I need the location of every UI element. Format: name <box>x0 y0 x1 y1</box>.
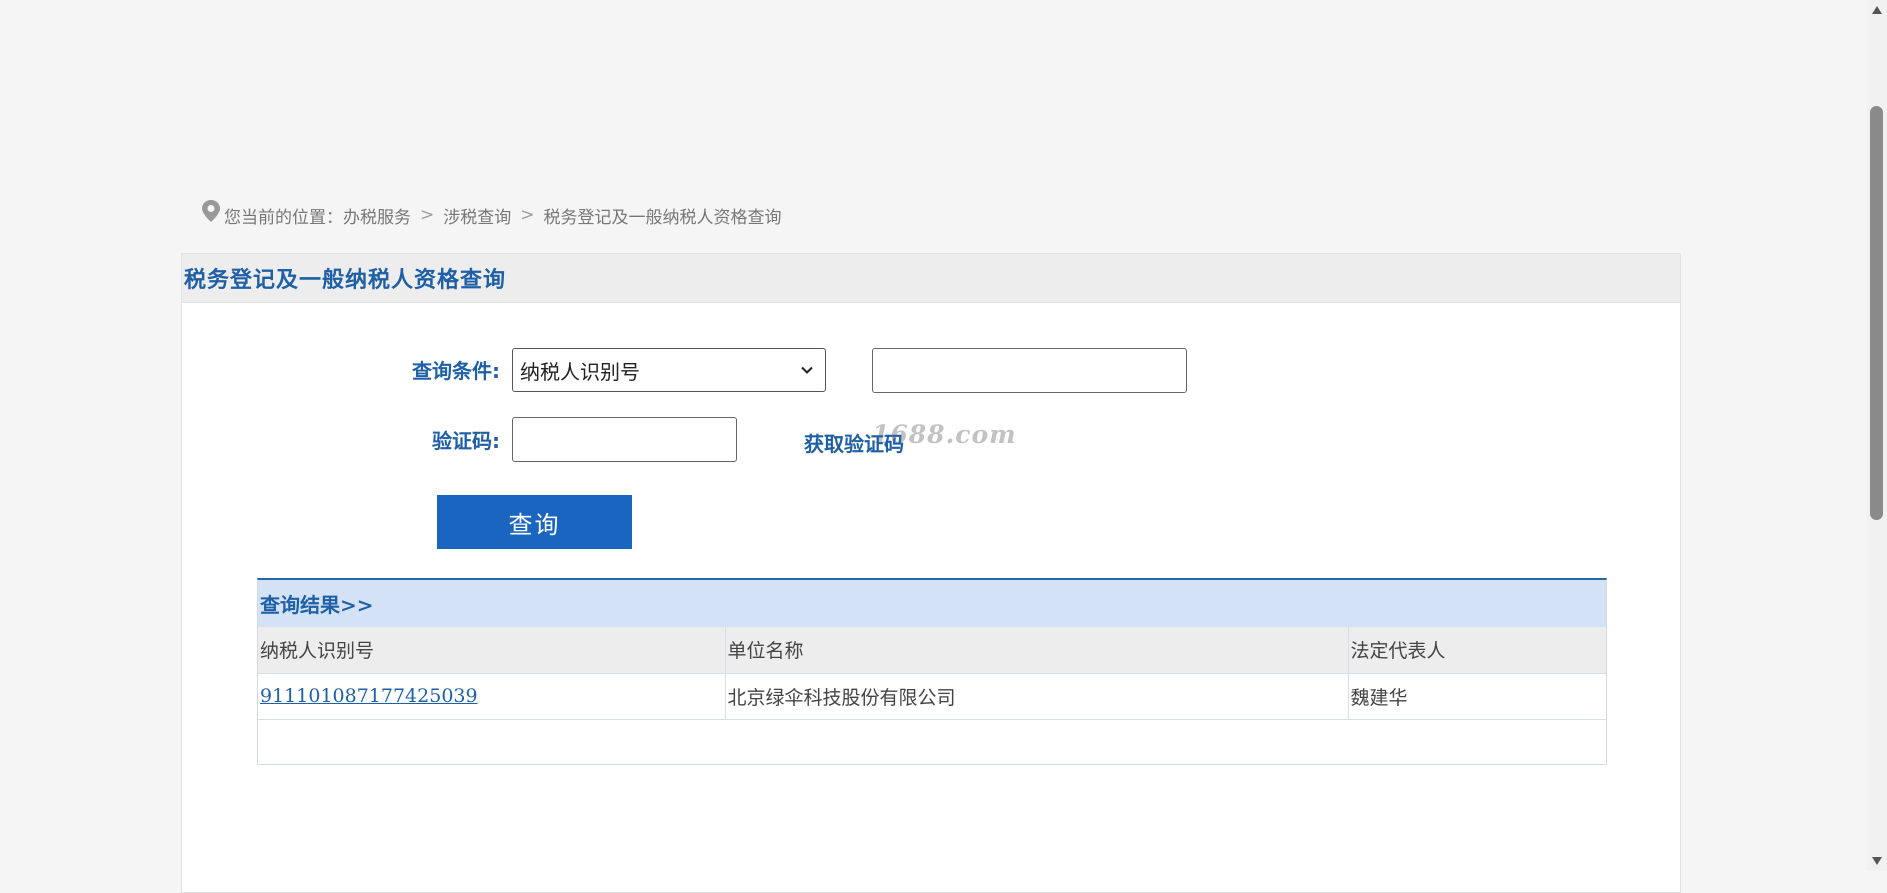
condition-label: 查询条件: <box>412 359 500 383</box>
panel-header: 税务登记及一般纳税人资格查询 <box>182 254 1680 303</box>
table-header-row: 纳税人识别号 单位名称 法定代表人 <box>258 627 1606 674</box>
breadcrumb: 您当前的位置： 办税服务 > 涉税查询 > 税务登记及一般纳税人资格查询 <box>200 200 782 228</box>
empty-cell <box>258 719 1606 764</box>
captcha-label: 验证码: <box>432 429 500 453</box>
query-button[interactable]: 查询 <box>437 495 632 549</box>
scrollbar-thumb[interactable] <box>1870 106 1883 520</box>
results-title: 查询结果>> <box>258 580 1606 627</box>
legal-rep-cell: 魏建华 <box>1348 673 1606 720</box>
empty-row <box>258 719 1606 764</box>
results-table: 纳税人识别号 单位名称 法定代表人 911101087177425039 北京绿… <box>258 627 1606 764</box>
table-row: 911101087177425039 北京绿伞科技股份有限公司 魏建华 <box>258 673 1606 720</box>
condition-value-input[interactable] <box>872 348 1187 393</box>
breadcrumb-item-current: 税务登记及一般纳税人资格查询 <box>543 207 782 228</box>
condition-select[interactable]: 纳税人识别号 <box>512 348 826 392</box>
column-header: 法定代表人 <box>1348 627 1606 674</box>
column-header: 纳税人识别号 <box>258 627 726 674</box>
scroll-up-arrow-icon[interactable] <box>1871 5 1883 15</box>
chevron-down-icon <box>801 366 813 374</box>
page-title: 税务登记及一般纳税人资格查询 <box>184 267 507 293</box>
vertical-scrollbar[interactable] <box>1867 0 1887 871</box>
breadcrumb-item-tax-service[interactable]: 办税服务 <box>343 203 411 228</box>
taxpayer-id-link[interactable]: 911101087177425039 <box>260 685 478 707</box>
breadcrumb-item-tax-query[interactable]: 涉税查询 <box>443 203 511 228</box>
breadcrumb-separator: > <box>420 205 435 225</box>
results-section: 查询结果>> 纳税人识别号 单位名称 法定代表人 911101087177425… <box>257 578 1607 765</box>
breadcrumb-separator: > <box>520 205 535 225</box>
company-name-cell: 北京绿伞科技股份有限公司 <box>725 673 1349 720</box>
captcha-input[interactable] <box>512 417 737 462</box>
get-captcha-link[interactable]: 获取验证码 <box>804 428 904 457</box>
taxpayer-id-cell: 911101087177425039 <box>258 673 726 720</box>
column-header: 单位名称 <box>725 627 1349 674</box>
condition-select-value: 纳税人识别号 <box>520 359 640 384</box>
location-pin-icon <box>202 200 220 222</box>
breadcrumb-prefix: 您当前的位置： <box>224 207 343 228</box>
scroll-down-arrow-icon[interactable] <box>1871 856 1883 866</box>
